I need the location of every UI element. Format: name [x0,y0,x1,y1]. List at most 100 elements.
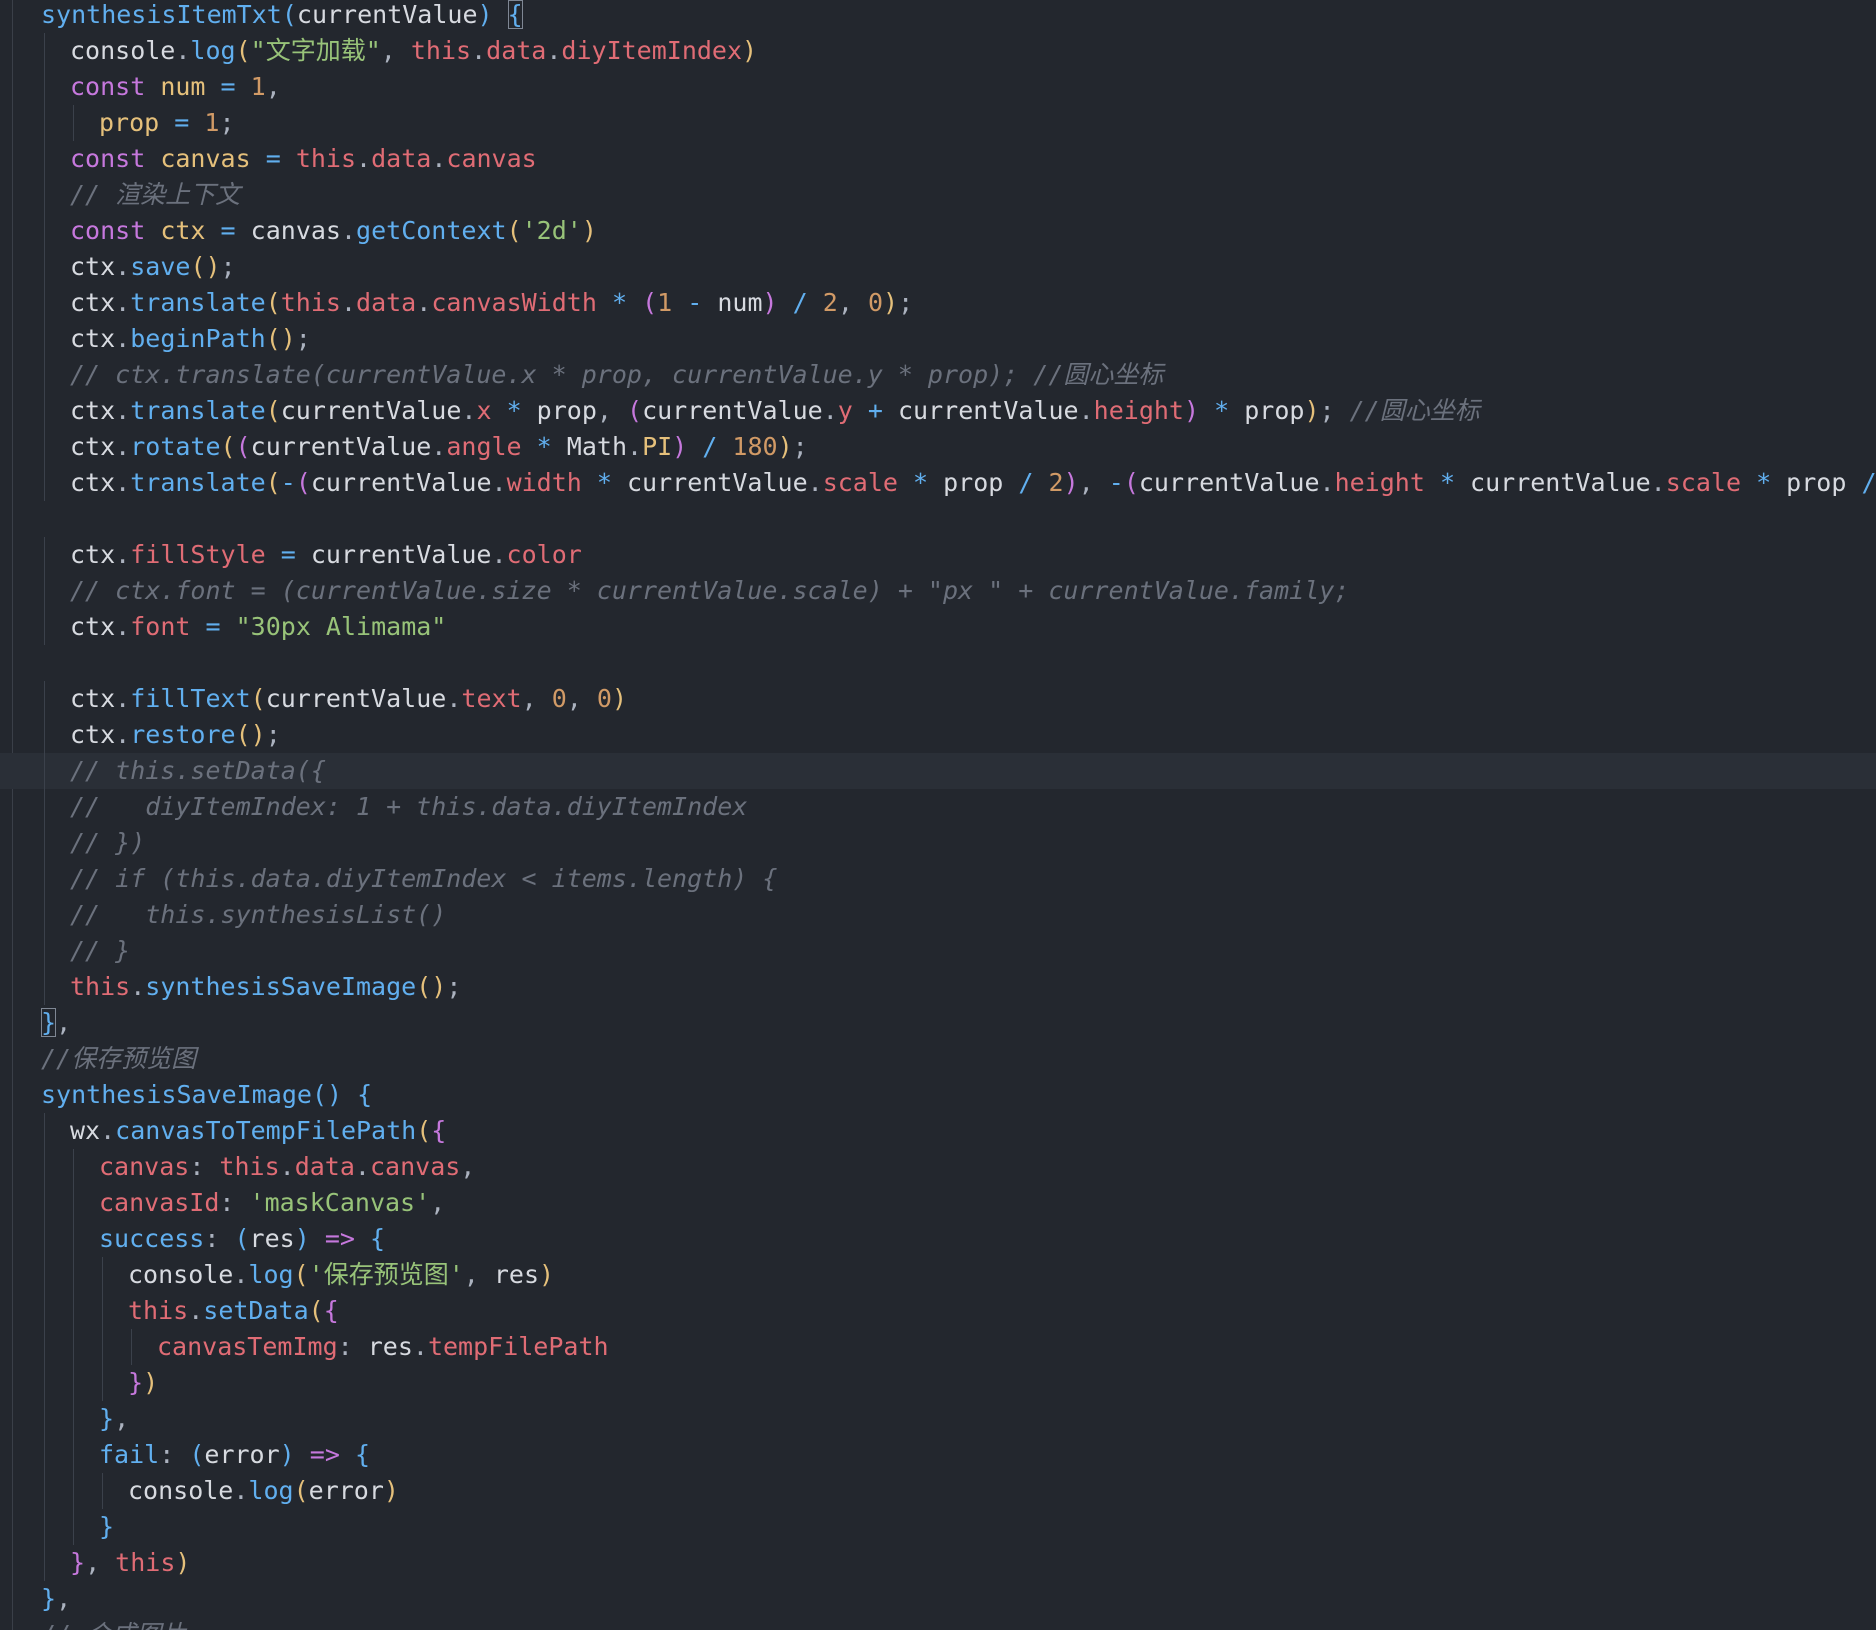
code-token: // }) [70,828,146,857]
code-token: * [506,396,522,425]
code-line[interactable]: fail: (error) => { [0,1437,1876,1473]
code-token: . [100,1116,116,1145]
code-token: - [1108,468,1124,497]
code-token: . [130,972,146,1001]
code-token: translate [130,288,266,317]
code-line-text: const ctx = canvas.getContext('2d') [70,213,597,249]
code-line[interactable]: // this.setData({ [0,753,1876,789]
code-token: width [506,468,582,497]
code-line[interactable]: ctx.translate(-(currentValue.width * cur… [0,465,1876,501]
code-token: currentValue [296,0,478,29]
code-line[interactable]: }, [0,1005,1876,1041]
code-token: * [1214,396,1230,425]
code-line[interactable]: canvasTemImg: res.tempFilePath [0,1329,1876,1365]
code-token: . [115,720,131,749]
code-token: scale [822,468,898,497]
code-line-text: }) [128,1365,158,1401]
code-line-text: ctx.translate(currentValue.x * prop, (cu… [70,393,1480,429]
code-line[interactable]: // ctx.translate(currentValue.x * prop, … [0,357,1876,393]
code-line[interactable]: synthesisItemTxt(currentValue) { [0,0,1876,33]
code-token: ( [416,1116,432,1145]
code-line[interactable]: synthesisSaveImage() { [0,1077,1876,1113]
code-line-text: synthesisSaveImage() { [41,1077,372,1113]
code-line[interactable]: ctx.font = "30px Alimama" [0,609,1876,645]
code-line[interactable]: ctx.rotate((currentValue.angle * Math.PI… [0,429,1876,465]
code-token: // ctx.translate(currentValue.x * prop, … [70,360,1164,389]
code-token: . [279,1152,295,1181]
code-token: //圆心坐标 [1349,396,1480,425]
code-token: . [491,468,507,497]
code-token: ctx [70,720,116,749]
code-token: ) [742,36,758,65]
code-line[interactable]: ctx.save(); [0,249,1876,285]
code-token: canvas [99,1152,190,1181]
indent-guide [44,1329,45,1365]
code-line[interactable]: this.setData({ [0,1293,1876,1329]
code-area[interactable]: synthesisItemTxt(currentValue) {console.… [0,0,1876,1630]
code-line-text: ctx.font = "30px Alimama" [70,609,446,645]
code-line-text: // 渲染上下文 [70,177,240,213]
code-token: , [380,36,411,65]
indent-guide [44,1437,45,1473]
code-line[interactable]: }, [0,1401,1876,1437]
code-editor[interactable]: synthesisItemTxt(currentValue) {console.… [0,0,1876,1630]
code-token: PI [642,432,673,461]
code-token: () [265,324,296,353]
code-line[interactable]: const num = 1, [0,69,1876,105]
code-token: . [356,144,372,173]
code-line[interactable]: console.log(error) [0,1473,1876,1509]
code-line[interactable] [0,645,1876,681]
code-line[interactable] [0,501,1876,537]
code-line[interactable]: }, [0,1581,1876,1617]
code-line[interactable]: // ctx.font = (currentValue.size * curre… [0,573,1876,609]
code-line[interactable]: prop = 1; [0,105,1876,141]
code-token: log [248,1260,294,1289]
code-line[interactable]: wx.canvasToTempFilePath({ [0,1113,1876,1149]
code-line[interactable]: }) [0,1365,1876,1401]
code-line[interactable]: // if (this.data.diyItemIndex < items.le… [0,861,1876,897]
code-token: , [85,1548,116,1577]
code-token: error [204,1440,280,1469]
code-token: } [41,1584,57,1613]
code-line[interactable]: ctx.fillText(currentValue.text, 0, 0) [0,681,1876,717]
code-line[interactable]: console.log('保存预览图', res) [0,1257,1876,1293]
code-line[interactable]: const ctx = canvas.getContext('2d') [0,213,1876,249]
code-line[interactable]: } [0,1509,1876,1545]
code-token: ) [279,1440,295,1469]
code-line[interactable]: const canvas = this.data.canvas [0,141,1876,177]
code-line[interactable]: // }) [0,825,1876,861]
code-token: res [367,1332,413,1361]
code-token: ( [506,216,522,245]
code-line-text: }, [41,1581,71,1617]
code-line[interactable]: console.log("文字加载", this.data.diyItemInd… [0,33,1876,69]
code-token: / [1018,468,1034,497]
code-line[interactable]: }, this) [0,1545,1876,1581]
indent-guide [73,1149,74,1185]
code-token: ) [294,1224,310,1253]
code-line[interactable]: canvasId: 'maskCanvas', [0,1185,1876,1221]
code-line[interactable]: success: (res) => { [0,1221,1876,1257]
code-line[interactable]: ctx.restore(); [0,717,1876,753]
code-line[interactable]: ctx.beginPath(); [0,321,1876,357]
code-line[interactable]: ctx.translate(this.data.canvasWidth * (1… [0,285,1876,321]
code-line[interactable]: canvas: this.data.canvas, [0,1149,1876,1185]
code-line[interactable]: //保存预览图 [0,1041,1876,1077]
code-line[interactable]: ctx.fillStyle = currentValue.color [0,537,1876,573]
code-token: } [70,1548,86,1577]
code-line[interactable]: // 渲染上下文 [0,177,1876,213]
code-token: = [174,108,190,137]
code-token: canvasId [99,1188,220,1217]
indent-guide [44,897,45,933]
code-line[interactable]: // this.synthesisList() [0,897,1876,933]
code-token: - [280,468,296,497]
indent-guide [44,465,45,501]
code-line[interactable]: // diyItemIndex: 1 + this.data.diyItemIn… [0,789,1876,825]
code-line[interactable]: // 合成图片 [0,1617,1876,1630]
code-line[interactable]: // } [0,933,1876,969]
code-token: //保存预览图 [41,1044,197,1073]
code-line[interactable]: this.synthesisSaveImage(); [0,969,1876,1005]
code-line[interactable]: ctx.translate(currentValue.x * prop, (cu… [0,393,1876,429]
